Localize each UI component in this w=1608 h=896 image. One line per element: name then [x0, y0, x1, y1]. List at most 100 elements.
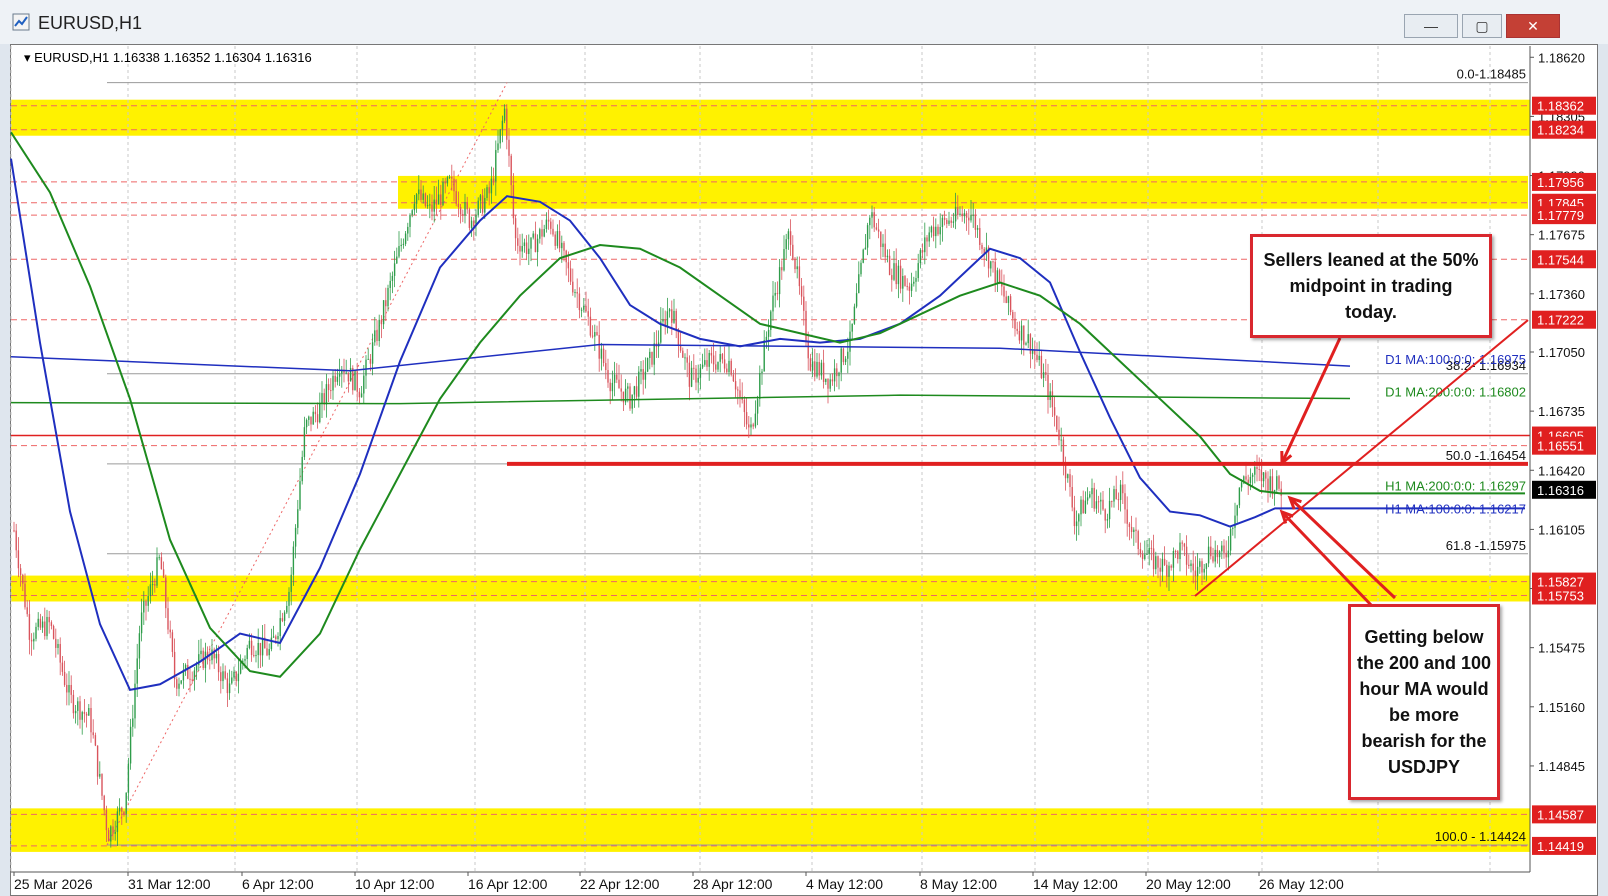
candle-body	[1267, 478, 1269, 491]
candle-body	[719, 353, 721, 362]
candle-body	[877, 229, 880, 232]
candle-body	[913, 281, 915, 284]
time-tick-label: 16 Apr 12:00	[468, 876, 548, 892]
candle-body	[281, 618, 284, 621]
candle-body	[712, 355, 715, 365]
candle-body	[662, 319, 664, 322]
candle-body	[22, 574, 24, 584]
candle-body	[490, 178, 493, 194]
candle-body	[552, 228, 554, 235]
candle-body	[1247, 479, 1249, 483]
fib-level-label: 50.0 -1.16454	[1446, 448, 1526, 463]
candle-body	[754, 413, 757, 427]
candle-body	[818, 361, 820, 376]
candle-body	[613, 374, 616, 383]
candle-body	[814, 361, 816, 377]
candle-body	[125, 792, 127, 814]
candle-body	[13, 530, 15, 532]
candle-body	[732, 374, 735, 382]
candle-body	[904, 276, 906, 286]
candle-body	[352, 367, 354, 391]
candle-body	[290, 574, 292, 592]
candle-body	[378, 319, 380, 342]
candle-body	[248, 640, 251, 648]
price-tick-label: 1.17360	[1538, 287, 1585, 302]
candle-body	[138, 633, 141, 659]
candle-body	[261, 637, 264, 656]
candle-body	[629, 386, 631, 409]
candle-body	[609, 382, 611, 392]
candle-body	[682, 350, 684, 358]
candle-body	[1073, 507, 1076, 527]
candle-body	[1133, 529, 1135, 533]
candle-body	[965, 213, 968, 218]
candle-body	[704, 360, 706, 365]
candle-body	[517, 238, 519, 246]
candle-body	[543, 229, 545, 237]
candle-body	[486, 187, 488, 198]
price-tick-label: 1.17050	[1538, 345, 1585, 360]
candle-body	[1023, 325, 1025, 345]
candle-body	[915, 278, 917, 282]
price-tag-label: 1.15753	[1537, 588, 1584, 603]
candle-body	[1111, 500, 1113, 502]
candle-body	[1251, 474, 1254, 477]
price-tag-label: 1.18362	[1537, 99, 1584, 114]
candle-body	[952, 221, 955, 223]
annotation-sellers: Sellers leaned at the 50% midpoint in tr…	[1250, 234, 1492, 338]
candle-body	[253, 654, 255, 656]
candle-body	[404, 233, 407, 244]
candle-body	[893, 263, 895, 280]
candle-body	[1084, 500, 1087, 514]
candle-body	[1126, 509, 1128, 524]
candle-body	[66, 684, 68, 693]
candle-body	[1223, 545, 1225, 553]
candle-body	[979, 227, 981, 245]
time-tick-label: 4 May 12:00	[806, 876, 883, 892]
candle-body	[110, 826, 112, 842]
candle-body	[462, 214, 464, 216]
candle-body	[715, 364, 717, 370]
candle-body	[972, 214, 974, 216]
candle-body	[1238, 487, 1241, 506]
candle-body	[1240, 482, 1243, 488]
candle-body	[272, 636, 275, 638]
candle-body	[294, 527, 297, 547]
candle-body	[547, 219, 550, 222]
candle-body	[1196, 566, 1199, 577]
candle-body	[954, 206, 957, 222]
candle-body	[578, 293, 581, 311]
candle-body	[924, 237, 926, 253]
candle-body	[1007, 296, 1010, 303]
candle-body	[1119, 484, 1122, 500]
time-tick-label: 10 Apr 12:00	[355, 876, 435, 892]
candle-body	[825, 378, 827, 382]
candle-body	[862, 249, 864, 263]
candle-body	[123, 811, 125, 814]
candle-body	[607, 370, 609, 383]
candle-body	[888, 255, 891, 276]
candle-body	[180, 680, 182, 684]
candle-body	[1168, 565, 1170, 577]
candle-body	[189, 678, 191, 680]
time-tick-label: 14 May 12:00	[1033, 876, 1118, 892]
candle-body	[488, 187, 490, 194]
candle-body	[15, 530, 17, 551]
candle-body	[145, 600, 147, 606]
candle-body	[171, 632, 174, 652]
candle-body	[1045, 372, 1047, 375]
candle-body	[376, 330, 378, 342]
candle-body	[734, 381, 737, 390]
candle-body	[644, 371, 647, 380]
time-tick-label: 20 May 12:00	[1146, 876, 1231, 892]
candle-body	[374, 330, 376, 343]
candle-body	[506, 108, 508, 140]
candle-body	[974, 214, 977, 230]
candle-body	[316, 414, 319, 423]
time-tick-label: 31 Mar 12:00	[128, 876, 211, 892]
symbol-menu-icon[interactable]: ▾	[24, 50, 31, 65]
candle-body	[114, 832, 116, 834]
candle-body	[572, 281, 574, 293]
candle-body	[283, 612, 286, 621]
candle-body	[651, 351, 653, 365]
